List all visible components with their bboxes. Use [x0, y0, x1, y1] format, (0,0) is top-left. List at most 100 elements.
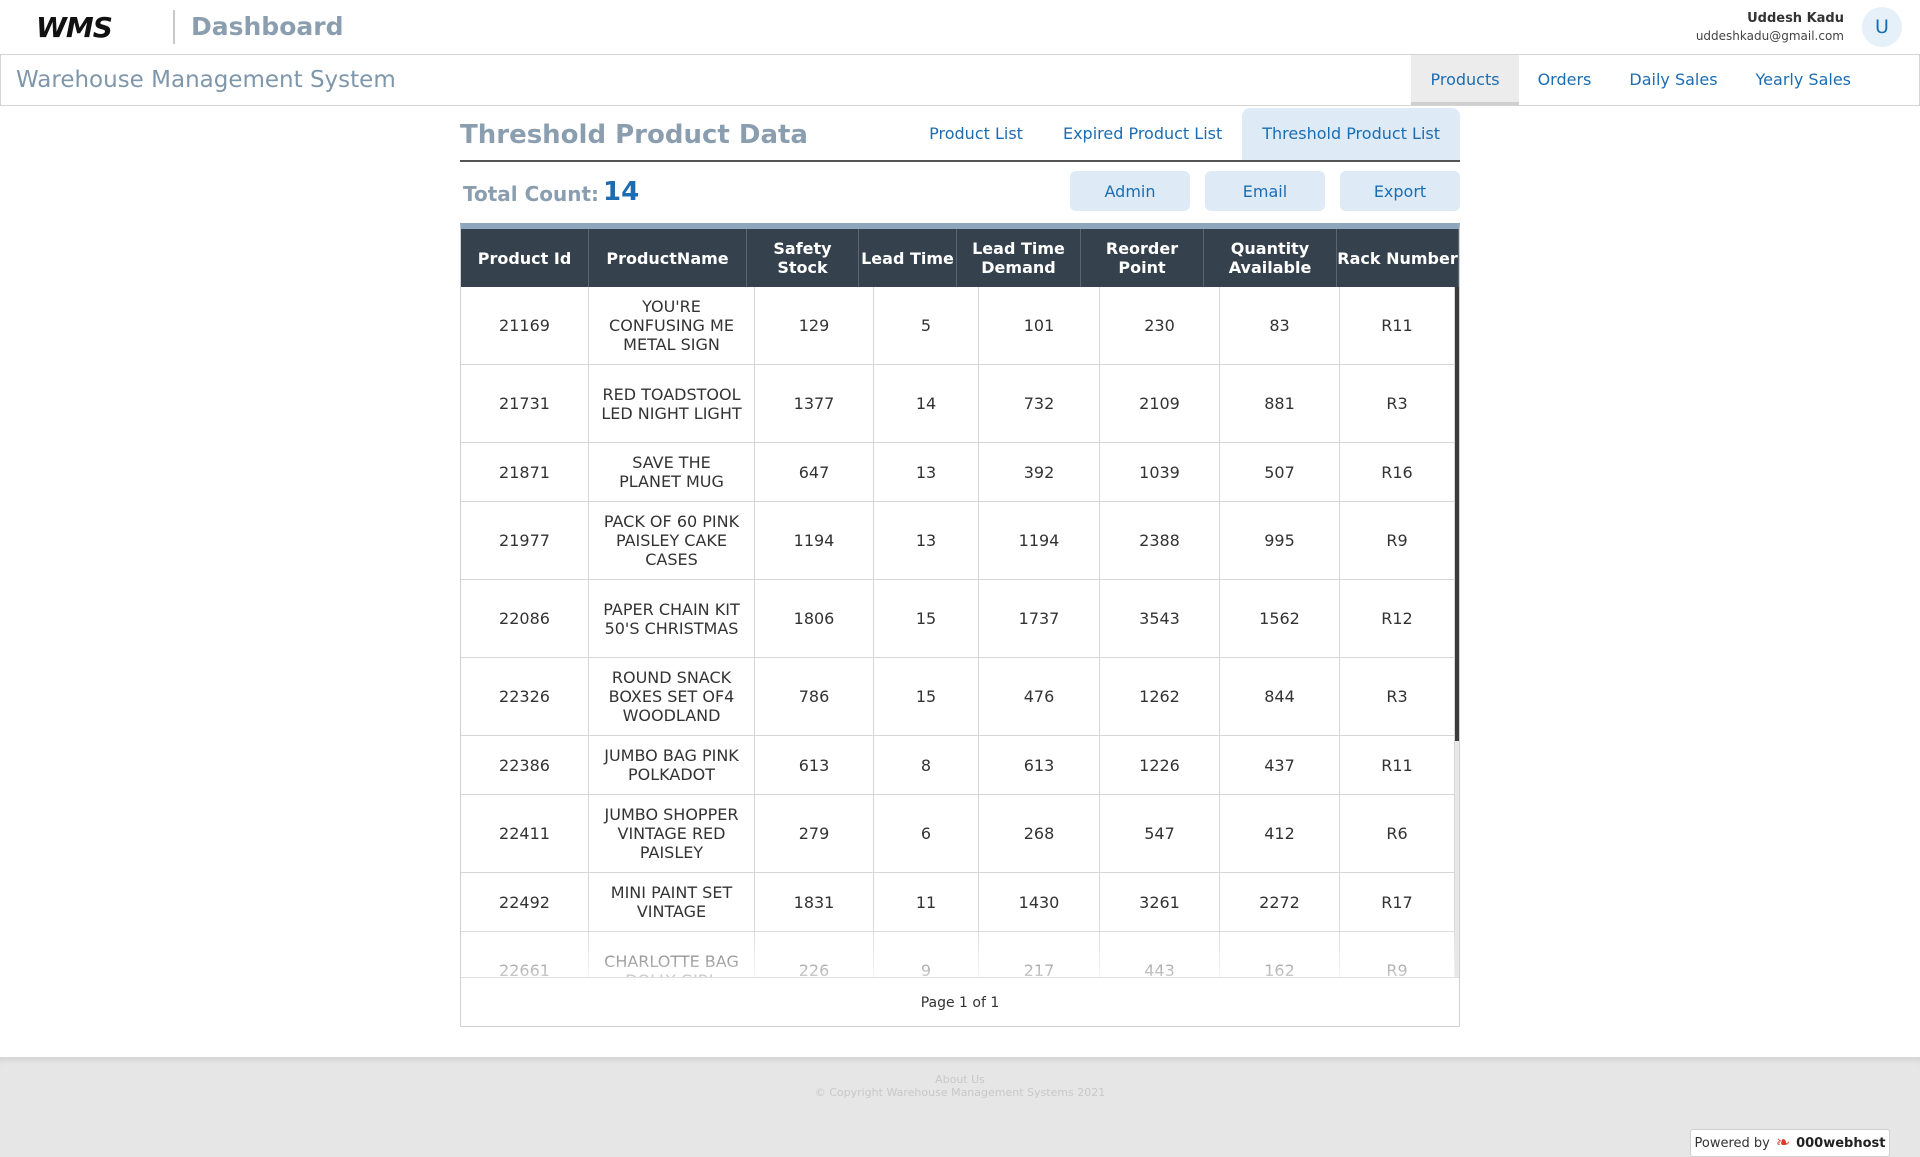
- column-header-product-id[interactable]: Product Id: [461, 229, 589, 287]
- column-header-product-name[interactable]: ProductName: [589, 229, 747, 287]
- cell-product-id: 21169: [461, 287, 589, 364]
- table-row[interactable]: 22492 MINI PAINT SET VINTAGE 1831 11 1430 326…: [461, 873, 1455, 932]
- action-buttons: Admin Email Export: [1070, 171, 1460, 211]
- table-row[interactable]: 22386 JUMBO BAG PINK POLKADOT 613 8 613 1226 4…: [461, 736, 1455, 795]
- column-header-lead-time-demand[interactable]: Lead Time Demand: [957, 229, 1081, 287]
- main-navbar: Warehouse Management System Products Ord…: [0, 55, 1920, 106]
- cell-reorder-point: 3543: [1100, 580, 1220, 657]
- cell-product-name: PAPER CHAIN KIT 50'S CHRISTMAS: [589, 580, 755, 657]
- cell-rack-number: R11: [1340, 287, 1455, 364]
- logo-text: WMS: [36, 13, 112, 41]
- column-header-safety-stock[interactable]: Safety Stock: [747, 229, 859, 287]
- cell-lead-time-demand: 476: [979, 658, 1100, 735]
- cell-safety-stock: 1831: [755, 873, 874, 931]
- table-row[interactable]: 21731 RED TOADSTOOL LED NIGHT LIGHT 1377 14…: [461, 365, 1455, 443]
- total-count-label: Total Count:: [463, 182, 600, 206]
- cell-product-id: 22411: [461, 795, 589, 872]
- copyright-text: © Copyright Warehouse Management Systems…: [814, 1086, 1106, 1099]
- nav-tabs: Products Orders Daily Sales Yearly Sales: [1411, 55, 1870, 105]
- footer-links: About Us © Copyright Warehouse Managemen…: [0, 1073, 1920, 1099]
- export-button[interactable]: Export: [1340, 171, 1460, 211]
- cell-product-id: 21871: [461, 443, 589, 501]
- main-content: Threshold Product Data Product List Expi…: [460, 106, 1460, 224]
- cell-quantity-available: 507: [1220, 443, 1340, 501]
- cell-lead-time-demand: 613: [979, 736, 1100, 794]
- cell-product-name: PACK OF 60 PINK PAISLEY CAKE CASES: [589, 502, 755, 579]
- cell-safety-stock: 1377: [755, 365, 874, 442]
- webhost-brand: 000webhost: [1796, 1135, 1886, 1151]
- cell-rack-number: R11: [1340, 736, 1455, 794]
- cell-product-name: CHARLOTTE BAG DOLLY GIRL: [589, 932, 755, 977]
- table-row[interactable]: 22086 PAPER CHAIN KIT 50'S CHRISTMAS 1806 1…: [461, 580, 1455, 658]
- table-scrollbar-thumb[interactable]: [1455, 287, 1459, 741]
- dashboard-title[interactable]: Dashboard: [191, 12, 343, 41]
- cell-safety-stock: 786: [755, 658, 874, 735]
- cell-lead-time-demand: 1737: [979, 580, 1100, 657]
- cell-reorder-point: 1262: [1100, 658, 1220, 735]
- column-header-rack-number[interactable]: Rack Number: [1337, 229, 1459, 287]
- tab-expired-product-list[interactable]: Expired Product List: [1043, 108, 1242, 160]
- tab-product-list[interactable]: Product List: [909, 108, 1043, 160]
- powered-by-badge[interactable]: Powered by ❧ 000webhost: [1690, 1129, 1890, 1157]
- table-row[interactable]: 22661CHARLOTTE BAG DOLLY GIRL22692174431…: [461, 932, 1455, 977]
- nav-tab-orders[interactable]: Orders: [1519, 55, 1611, 105]
- cell-product-name: YOU'RE CONFUSING ME METAL SIGN: [589, 287, 755, 364]
- table-row[interactable]: 21871 SAVE THE PLANET MUG 647 13 392 1039 507 R…: [461, 443, 1455, 502]
- cell-product-name: RED TOADSTOOL LED NIGHT LIGHT: [589, 365, 755, 442]
- cell-rack-number: R9: [1340, 502, 1455, 579]
- cell-product-id: 22661: [461, 932, 589, 977]
- column-header-quantity-available[interactable]: Quantity Available: [1204, 229, 1337, 287]
- cell-quantity-available: 881: [1220, 365, 1340, 442]
- cell-product-id: 22386: [461, 736, 589, 794]
- cell-safety-stock: 279: [755, 795, 874, 872]
- cell-lead-time-demand: 1430: [979, 873, 1100, 931]
- cell-lead-time: 13: [874, 443, 979, 501]
- pagination-info: Page 1 of 1: [461, 977, 1459, 1027]
- table-row[interactable]: 21977 PACK OF 60 PINK PAISLEY CAKE CASES 1…: [461, 502, 1455, 580]
- about-us-link[interactable]: About Us: [0, 1073, 1920, 1086]
- cell-lead-time: 9: [874, 932, 979, 977]
- wms-logo[interactable]: WMS: [36, 13, 152, 41]
- cell-reorder-point: 547: [1100, 795, 1220, 872]
- tab-threshold-product-list[interactable]: Threshold Product List: [1242, 108, 1460, 160]
- cell-quantity-available: 437: [1220, 736, 1340, 794]
- table-body[interactable]: 21169 YOU'RE CONFUSING ME METAL SIGN 129 5 1…: [461, 287, 1459, 977]
- nav-tab-products[interactable]: Products: [1411, 55, 1519, 105]
- avatar[interactable]: U: [1862, 7, 1902, 47]
- column-header-reorder-point[interactable]: Reorder Point: [1081, 229, 1204, 287]
- cell-lead-time: 6: [874, 795, 979, 872]
- table-row[interactable]: 21169 YOU'RE CONFUSING ME METAL SIGN 129 5 1…: [461, 287, 1455, 365]
- cell-product-id: 21731: [461, 365, 589, 442]
- cell-product-id: 21977: [461, 502, 589, 579]
- cell-quantity-available: 83: [1220, 287, 1340, 364]
- nav-tab-daily-sales[interactable]: Daily Sales: [1610, 55, 1736, 105]
- cell-lead-time-demand: 732: [979, 365, 1100, 442]
- cell-safety-stock: 647: [755, 443, 874, 501]
- cell-lead-time: 15: [874, 580, 979, 657]
- top-header: WMS Dashboard Uddesh Kadu uddeshkadu@gma…: [0, 0, 1920, 55]
- cell-lead-time: 14: [874, 365, 979, 442]
- cell-lead-time: 13: [874, 502, 979, 579]
- table-row[interactable]: 22411 JUMBO SHOPPER VINTAGE RED PAISLEY 27…: [461, 795, 1455, 873]
- admin-button[interactable]: Admin: [1070, 171, 1190, 211]
- column-header-lead-time[interactable]: Lead Time: [859, 229, 957, 287]
- user-name: Uddesh Kadu: [1747, 11, 1844, 26]
- webhost-logo-icon: ❧: [1775, 1133, 1791, 1153]
- email-button[interactable]: Email: [1205, 171, 1325, 211]
- cell-quantity-available: 995: [1220, 502, 1340, 579]
- nav-tab-yearly-sales[interactable]: Yearly Sales: [1737, 55, 1870, 105]
- cell-lead-time-demand: 268: [979, 795, 1100, 872]
- logo-divider: [173, 10, 175, 44]
- cell-lead-time: 5: [874, 287, 979, 364]
- table-row[interactable]: 22326 ROUND SNACK BOXES SET OF4 WOODLAND 7…: [461, 658, 1455, 736]
- cell-quantity-available: 2272: [1220, 873, 1340, 931]
- cell-safety-stock: 129: [755, 287, 874, 364]
- cell-lead-time-demand: 217: [979, 932, 1100, 977]
- cell-reorder-point: 443: [1100, 932, 1220, 977]
- cell-rack-number: R17: [1340, 873, 1455, 931]
- cell-rack-number: R9: [1340, 932, 1455, 977]
- total-count-value: 14: [603, 177, 640, 207]
- cell-reorder-point: 1226: [1100, 736, 1220, 794]
- cell-product-id: 22326: [461, 658, 589, 735]
- cell-lead-time: 8: [874, 736, 979, 794]
